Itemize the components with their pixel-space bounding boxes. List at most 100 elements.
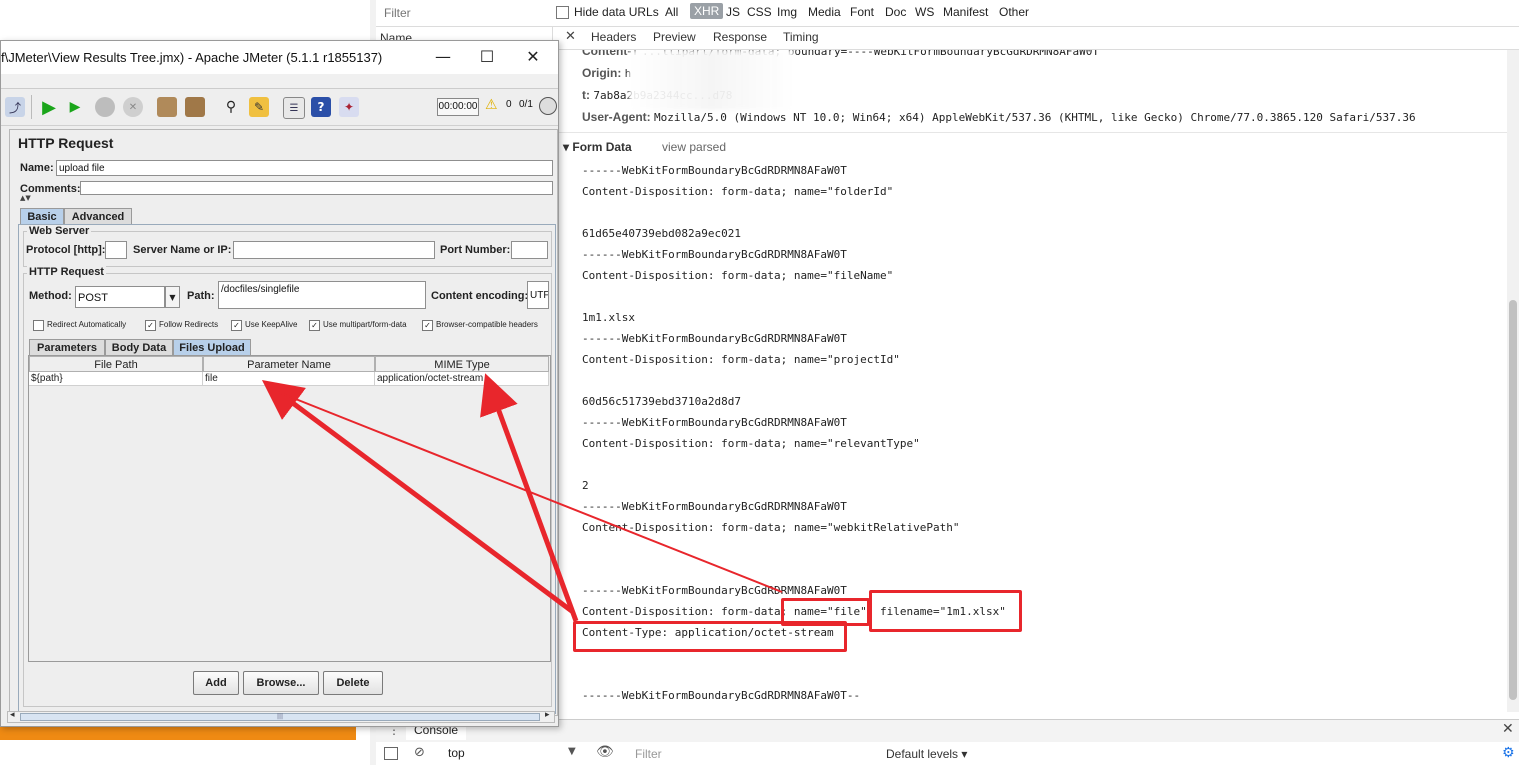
encoding-field[interactable]: UTF — [527, 281, 549, 309]
form-data-line: Content-Disposition: form-data; name="fo… — [582, 185, 894, 198]
tab-preview[interactable]: Preview — [653, 30, 696, 44]
browser-compatible-label: Browser-compatible headers — [436, 320, 538, 329]
type-filter-media[interactable]: Media — [808, 5, 841, 19]
tab-response[interactable]: Response — [713, 30, 767, 44]
log-levels-dropdown[interactable]: Default levels ▾ — [886, 747, 967, 761]
protocol-field[interactable] — [105, 241, 127, 259]
start-icon[interactable]: ▶ — [39, 97, 59, 118]
function-helper-icon[interactable]: ☰ — [283, 97, 305, 119]
clear-all-icon[interactable] — [185, 97, 205, 117]
follow-redirects-checkbox[interactable]: ✓ — [145, 320, 156, 331]
hide-data-urls-label: Hide data URLs — [574, 5, 659, 19]
use-keepalive-checkbox[interactable]: ✓ — [231, 320, 242, 331]
orange-banner — [0, 725, 356, 740]
comments-field[interactable] — [80, 181, 553, 195]
search-icon[interactable]: ⚲ — [221, 97, 241, 117]
subtab-files-upload[interactable]: Files Upload — [173, 339, 251, 356]
stop-icon[interactable] — [95, 97, 115, 117]
scrollbar-thumb[interactable] — [1509, 300, 1517, 700]
http-request-panel: HTTP Request Name: upload file Comments:… — [9, 129, 558, 716]
shutdown-icon[interactable]: ✕ — [123, 97, 143, 117]
type-filter-xhr[interactable]: XHR — [690, 3, 724, 19]
hide-data-urls-checkbox[interactable] — [556, 6, 569, 19]
files-upload-table: File Path Parameter Name MIME Type ${pat… — [28, 355, 551, 662]
type-filter-all[interactable]: All — [665, 5, 678, 19]
request-detail-tabs: ✕ Headers Preview Response Timing — [553, 27, 1519, 50]
sidebar-toggle-icon[interactable] — [384, 747, 398, 760]
warning-icon[interactable]: ⚠ — [485, 97, 498, 113]
background-page-bottom — [0, 741, 356, 765]
tab-headers[interactable]: Headers — [591, 30, 636, 44]
active-threads: 0/1 — [519, 99, 533, 110]
tab-basic[interactable]: Basic — [20, 208, 64, 225]
context-selector[interactable]: top — [448, 746, 465, 760]
cell-parameter-name[interactable]: file — [203, 372, 375, 385]
remote-globe-icon[interactable] — [539, 97, 557, 115]
chevron-down-icon[interactable]: ▼ — [568, 746, 576, 757]
help-icon[interactable]: ? — [311, 97, 331, 117]
menu-bar-sliver — [1, 74, 558, 89]
form-data-line: Content-Disposition: form-data; name="fi… — [582, 269, 894, 282]
start-no-pauses-icon[interactable]: ▶ — [65, 97, 85, 117]
method-select[interactable]: POST — [75, 286, 165, 308]
tab-advanced[interactable]: Advanced — [64, 208, 132, 225]
clear-console-icon[interactable]: ⊘ — [414, 745, 425, 760]
close-button[interactable]: ✕ — [511, 45, 555, 69]
view-parsed-link[interactable]: view parsed — [662, 140, 726, 154]
type-filter-js[interactable]: JS — [726, 5, 740, 19]
add-button[interactable]: Add — [193, 671, 239, 695]
column-header-mime-type[interactable]: MIME Type — [375, 356, 549, 372]
method-dropdown-chevron-icon[interactable]: ▼ — [165, 286, 180, 308]
scroll-left-icon[interactable]: ◂ — [10, 710, 15, 720]
scrollbar-thumb[interactable]: ||| — [20, 713, 540, 721]
form-data-line: 61d65e40739ebd082a9ec021 — [582, 227, 741, 240]
form-data-section-toggle[interactable]: ▾ Form Data — [563, 140, 632, 154]
redirect-automatically-checkbox[interactable] — [33, 320, 44, 331]
column-header-parameter-name[interactable]: Parameter Name — [203, 356, 375, 372]
server-field[interactable] — [233, 241, 435, 259]
toggle-icon[interactable]: ⤴ — [5, 97, 25, 117]
type-filter-other[interactable]: Other — [999, 5, 1029, 19]
path-field[interactable]: /docfiles/singlefile — [218, 281, 426, 309]
minimize-button[interactable]: — — [421, 45, 465, 69]
toolbar-separator — [31, 95, 32, 119]
splitter-arrows-icon[interactable]: ▲▼ — [20, 194, 31, 202]
use-multipart-checkbox[interactable]: ✓ — [309, 320, 320, 331]
type-filter-doc[interactable]: Doc — [885, 5, 906, 19]
cell-mime-type[interactable]: application/octet-stream — [375, 372, 549, 385]
horizontal-scrollbar[interactable]: ◂ ||| ▸ — [7, 710, 555, 723]
maximize-button[interactable]: ☐ — [465, 45, 509, 69]
port-field[interactable] — [511, 241, 548, 259]
browse-button[interactable]: Browse... — [243, 671, 319, 695]
background-page — [0, 0, 370, 40]
delete-button[interactable]: Delete — [323, 671, 383, 695]
reset-search-icon[interactable]: ✎ — [249, 97, 269, 117]
tab-timing[interactable]: Timing — [783, 30, 819, 44]
server-label: Server Name or IP: — [133, 244, 232, 256]
templates-icon[interactable]: ✦ — [339, 97, 359, 117]
type-filter-ws[interactable]: WS — [915, 5, 934, 19]
eye-icon[interactable]: 👁 — [596, 744, 614, 760]
console-filter-input[interactable]: Filter — [635, 747, 662, 761]
type-filter-css[interactable]: CSS — [747, 5, 772, 19]
subtab-body-data[interactable]: Body Data — [105, 339, 173, 356]
close-drawer-icon[interactable]: ✕ — [1502, 721, 1514, 737]
window-title: f\JMeter\View Results Tree.jmx) - Apache… — [1, 50, 383, 65]
name-field[interactable]: upload file — [56, 160, 553, 176]
type-filter-font[interactable]: Font — [850, 5, 874, 19]
browser-compatible-checkbox[interactable]: ✓ — [422, 320, 433, 331]
close-icon[interactable]: ✕ — [565, 29, 576, 44]
clear-icon[interactable] — [157, 97, 177, 117]
type-filter-img[interactable]: Img — [777, 5, 797, 19]
scroll-right-icon[interactable]: ▸ — [545, 710, 550, 720]
highlight-content-type — [573, 621, 847, 652]
cell-file-path[interactable]: ${path} — [29, 372, 203, 385]
redaction-blur — [629, 50, 794, 110]
column-header-file-path[interactable]: File Path — [29, 356, 203, 372]
network-filter-input[interactable] — [382, 4, 546, 22]
gear-icon[interactable]: ⚙ — [1502, 745, 1515, 761]
subtab-parameters[interactable]: Parameters — [29, 339, 105, 356]
headers-scrollbar[interactable] — [1507, 50, 1519, 712]
table-row[interactable]: ${path} file application/octet-stream — [29, 372, 549, 386]
type-filter-manifest[interactable]: Manifest — [943, 5, 988, 19]
